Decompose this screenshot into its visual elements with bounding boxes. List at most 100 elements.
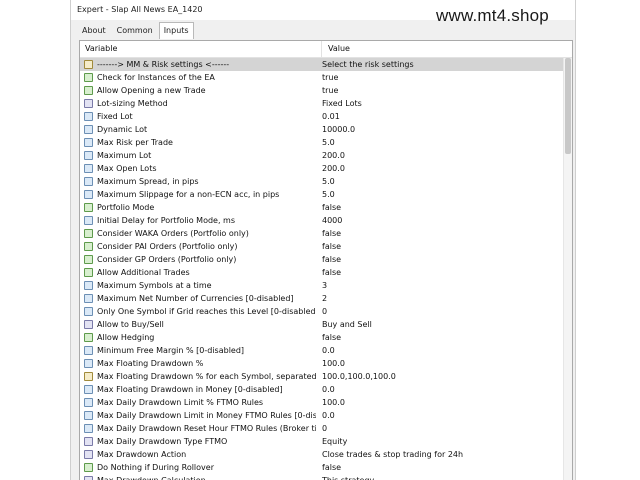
- value-cell[interactable]: 200.0: [316, 162, 345, 175]
- table-row[interactable]: Max Floating Drawdown % 100.0: [80, 357, 564, 370]
- int-icon: [84, 216, 93, 225]
- value-cell[interactable]: 200.0: [316, 149, 345, 162]
- variable-label: Lot-sizing Method: [97, 99, 168, 108]
- value-cell[interactable]: Fixed Lots: [316, 97, 362, 110]
- enum-icon: [84, 437, 93, 446]
- value-cell[interactable]: false: [316, 461, 341, 474]
- value-cell[interactable]: false: [316, 253, 341, 266]
- table-row[interactable]: Dynamic Lot 10000.0: [80, 123, 564, 136]
- variable-label: Initial Delay for Portfolio Mode, ms: [97, 216, 236, 225]
- variable-cell: Do Nothing if During Rollover: [80, 461, 316, 474]
- value-cell[interactable]: true: [316, 84, 338, 97]
- value-cell[interactable]: 100.0: [316, 396, 345, 409]
- value-cell[interactable]: 0: [316, 305, 327, 318]
- table-row[interactable]: Max Floating Drawdown % for each Symbol,…: [80, 370, 564, 383]
- column-header-variable[interactable]: Variable: [80, 41, 322, 57]
- value-cell[interactable]: 100.0: [316, 357, 345, 370]
- vertical-scrollbar[interactable]: [563, 58, 572, 480]
- value-cell[interactable]: 5.0: [316, 136, 335, 149]
- tab-common[interactable]: Common: [112, 22, 158, 39]
- bool-icon: [84, 333, 93, 342]
- variable-label: Consider PAI Orders (Portfolio only): [97, 242, 238, 251]
- value-cell[interactable]: 2: [316, 292, 327, 305]
- value-cell[interactable]: Select the risk settings: [316, 58, 414, 71]
- value-cell[interactable]: 0.01: [316, 110, 340, 123]
- tab-inputs[interactable]: Inputs: [158, 22, 194, 39]
- table-row[interactable]: Max Daily Drawdown Type FTMO Equity: [80, 435, 564, 448]
- value-cell[interactable]: 0.0: [316, 409, 335, 422]
- table-row[interactable]: Max Drawdown Calculation This strategy: [80, 474, 564, 480]
- variable-label: Max Daily Drawdown Reset Hour FTMO Rules…: [97, 424, 316, 433]
- table-row[interactable]: Check for Instances of the EA true: [80, 71, 564, 84]
- value-cell[interactable]: 0.0: [316, 383, 335, 396]
- table-row[interactable]: Max Open Lots 200.0: [80, 162, 564, 175]
- double-icon: [84, 346, 93, 355]
- table-row[interactable]: Consider GP Orders (Portfolio only) false: [80, 253, 564, 266]
- table-row[interactable]: Allow Hedging false: [80, 331, 564, 344]
- value-cell[interactable]: 100.0,100.0,100.0: [316, 370, 396, 383]
- variable-cell: Maximum Slippage for a non-ECN acc, in p…: [80, 188, 316, 201]
- table-row[interactable]: Allow Opening a new Trade true: [80, 84, 564, 97]
- table-row[interactable]: Fixed Lot 0.01: [80, 110, 564, 123]
- value-cell[interactable]: Equity: [316, 435, 347, 448]
- value-cell[interactable]: 0: [316, 422, 327, 435]
- value-cell[interactable]: 10000.0: [316, 123, 355, 136]
- value-cell[interactable]: 5.0: [316, 175, 335, 188]
- value-cell[interactable]: 0.0: [316, 344, 335, 357]
- table-row[interactable]: Only One Symbol if Grid reaches this Lev…: [80, 305, 564, 318]
- value-cell[interactable]: 3: [316, 279, 327, 292]
- double-icon: [84, 112, 93, 121]
- table-row[interactable]: Max Daily Drawdown Limit in Money FTMO R…: [80, 409, 564, 422]
- table-row[interactable]: Portfolio Mode false: [80, 201, 564, 214]
- bool-icon: [84, 203, 93, 212]
- table-row[interactable]: Allow to Buy/Sell Buy and Sell: [80, 318, 564, 331]
- variable-cell: Maximum Symbols at a time: [80, 279, 316, 292]
- value-cell[interactable]: Buy and Sell: [316, 318, 372, 331]
- value-cell[interactable]: Close trades & stop trading for 24h: [316, 448, 463, 461]
- value-cell[interactable]: false: [316, 240, 341, 253]
- table-row[interactable]: Maximum Lot 200.0: [80, 149, 564, 162]
- table-row[interactable]: Maximum Slippage for a non-ECN acc, in p…: [80, 188, 564, 201]
- table-row[interactable]: Max Daily Drawdown Reset Hour FTMO Rules…: [80, 422, 564, 435]
- string-icon: [84, 372, 93, 381]
- table-row[interactable]: Lot-sizing Method Fixed Lots: [80, 97, 564, 110]
- table-row[interactable]: Consider PAI Orders (Portfolio only) fals…: [80, 240, 564, 253]
- value-cell[interactable]: false: [316, 266, 341, 279]
- variable-label: Allow Additional Trades: [97, 268, 190, 277]
- variable-label: Dynamic Lot: [97, 125, 148, 134]
- table-row[interactable]: Maximum Spread, in pips 5.0: [80, 175, 564, 188]
- table-row[interactable]: Max Daily Drawdown Limit % FTMO Rules 100…: [80, 396, 564, 409]
- value-cell[interactable]: false: [316, 331, 341, 344]
- table-row[interactable]: Minimum Free Margin % [0-disabled] 0.0: [80, 344, 564, 357]
- table-row[interactable]: -------> MM & Risk settings <------ Selec…: [80, 58, 564, 71]
- double-icon: [84, 125, 93, 134]
- table-row[interactable]: Initial Delay for Portfolio Mode, ms 4000: [80, 214, 564, 227]
- value-cell[interactable]: 4000: [316, 214, 342, 227]
- value-cell[interactable]: 5.0: [316, 188, 335, 201]
- table-row[interactable]: Do Nothing if During Rollover false: [80, 461, 564, 474]
- table-row[interactable]: Maximum Symbols at a time 3: [80, 279, 564, 292]
- table-row[interactable]: Consider WAKA Orders (Portfolio only) fal…: [80, 227, 564, 240]
- variable-cell: Maximum Lot: [80, 149, 316, 162]
- value-cell[interactable]: true: [316, 71, 338, 84]
- table-row[interactable]: Max Risk per Trade 5.0: [80, 136, 564, 149]
- double-icon: [84, 164, 93, 173]
- column-header-value[interactable]: Value: [322, 41, 350, 57]
- scrollbar-thumb[interactable]: [565, 58, 571, 154]
- value-cell[interactable]: false: [316, 227, 341, 240]
- tab-about[interactable]: About: [77, 22, 111, 39]
- variable-label: Portfolio Mode: [97, 203, 155, 212]
- variable-cell: Max Daily Drawdown Limit in Money FTMO R…: [80, 409, 316, 422]
- value-cell[interactable]: false: [316, 201, 341, 214]
- variable-label: Minimum Free Margin % [0-disabled]: [97, 346, 245, 355]
- variable-cell: Max Drawdown Action: [80, 448, 316, 461]
- double-icon: [84, 151, 93, 160]
- variable-cell: Maximum Spread, in pips: [80, 175, 316, 188]
- table-row[interactable]: Max Floating Drawdown in Money [0-disabl…: [80, 383, 564, 396]
- bool-icon: [84, 242, 93, 251]
- table-body: -------> MM & Risk settings <------ Selec…: [80, 58, 564, 480]
- table-row[interactable]: Max Drawdown Action Close trades & stop t…: [80, 448, 564, 461]
- table-row[interactable]: Allow Additional Trades false: [80, 266, 564, 279]
- table-row[interactable]: Maximum Net Number of Currencies [0-disa…: [80, 292, 564, 305]
- value-cell[interactable]: This strategy: [316, 474, 374, 480]
